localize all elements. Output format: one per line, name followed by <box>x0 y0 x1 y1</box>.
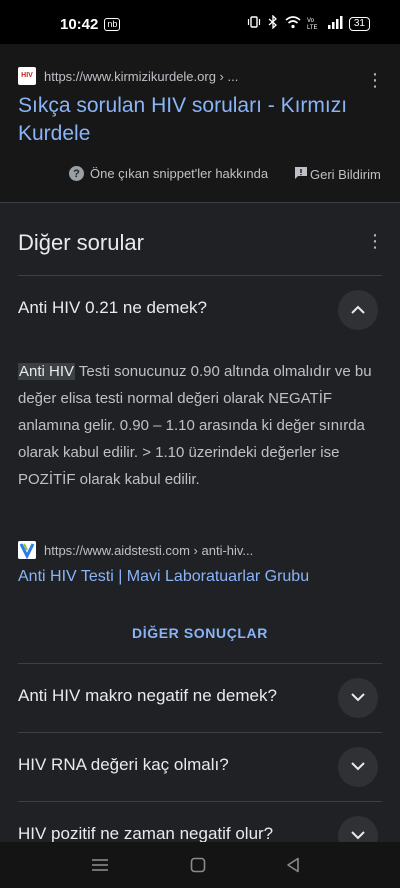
bluetooth-icon <box>267 14 279 32</box>
more-options-icon[interactable]: ⋮ <box>365 71 385 89</box>
answer-source-title-link[interactable]: Anti HIV Testi | Mavi Laboratuarlar Grub… <box>18 568 309 586</box>
volte-icon: Vo LTE <box>307 16 321 32</box>
section-title: Diğer sorular <box>18 230 144 255</box>
help-icon: ? <box>69 166 84 181</box>
feedback-label: Geri Bildirim <box>310 167 381 182</box>
notification-badge: nb <box>104 18 121 31</box>
answer-text: Anti HIV Testi sonucunuz 0.90 altında ol… <box>18 358 378 493</box>
result-title-link[interactable]: Sıkça sorulan HIV soruları - Kırmızı Kur… <box>18 92 368 148</box>
about-snippets-link[interactable]: ? Öne çıkan snippet'ler hakkında <box>69 166 268 181</box>
feedback-icon <box>294 166 308 183</box>
home-icon[interactable] <box>186 853 210 877</box>
answer-source[interactable]: https://www.aidstesti.com › anti-hiv... <box>18 541 253 559</box>
section-more-options-icon[interactable]: ⋮ <box>365 232 385 250</box>
collapse-button[interactable] <box>338 290 378 330</box>
status-time: 10:42 <box>60 16 99 33</box>
expand-button[interactable] <box>338 678 378 718</box>
question-text: Anti HIV makro negatif ne demek? <box>18 686 277 705</box>
feedback-button[interactable]: Geri Bildirim <box>294 166 381 183</box>
signal-icon <box>327 15 343 32</box>
status-left: 10:42 nb <box>60 16 121 33</box>
question-text: HIV pozitif ne zaman negatif olur? <box>18 824 274 843</box>
chevron-down-icon <box>351 689 365 707</box>
svg-text:Vo: Vo <box>307 18 315 24</box>
question-row[interactable]: HIV RNA değeri kaç olmalı? <box>0 733 400 801</box>
vibrate-icon <box>247 15 261 32</box>
menu-icon[interactable] <box>88 853 112 877</box>
chevron-up-icon <box>351 301 365 319</box>
expand-button[interactable] <box>338 747 378 787</box>
question-row-expanded[interactable]: Anti HIV 0.21 ne demek? <box>0 276 400 344</box>
result-source[interactable]: HIV https://www.kirmizikurdele.org › ... <box>18 67 238 85</box>
system-nav-bar <box>0 842 400 888</box>
other-questions-card: Diğer sorular ⋮ Anti HIV 0.21 ne demek? … <box>0 210 400 856</box>
top-result-card: HIV https://www.kirmizikurdele.org › ...… <box>0 44 400 203</box>
answer-source-url[interactable]: https://www.aidstesti.com › anti-hiv... <box>44 543 253 558</box>
result-url[interactable]: https://www.kirmizikurdele.org › ... <box>44 69 238 84</box>
battery-icon: 31 <box>348 16 370 31</box>
question-row[interactable]: Anti HIV makro negatif ne demek? <box>0 664 400 732</box>
status-right: Vo LTE 31 <box>247 14 370 32</box>
status-bar: 10:42 nb Vo LTE 31 <box>0 0 400 44</box>
question-text: Anti HIV 0.21 ne demek? <box>18 298 208 317</box>
answer-body: Testi sonucunuz 0.90 altında olmalıdır v… <box>18 363 372 488</box>
hiv-favicon: HIV <box>18 67 36 85</box>
svg-text:LTE: LTE <box>307 25 318 30</box>
aidstesti-favicon <box>18 541 36 559</box>
wifi-icon <box>285 15 301 32</box>
question-text: HIV RNA değeri kaç olmalı? <box>18 755 229 774</box>
more-results-button[interactable]: DİĞER SONUÇLAR <box>0 625 400 641</box>
back-icon[interactable] <box>281 853 305 877</box>
about-snippets-label: Öne çıkan snippet'ler hakkında <box>90 166 269 181</box>
answer-highlight: Anti HIV <box>18 363 76 380</box>
chevron-down-icon <box>351 758 365 776</box>
